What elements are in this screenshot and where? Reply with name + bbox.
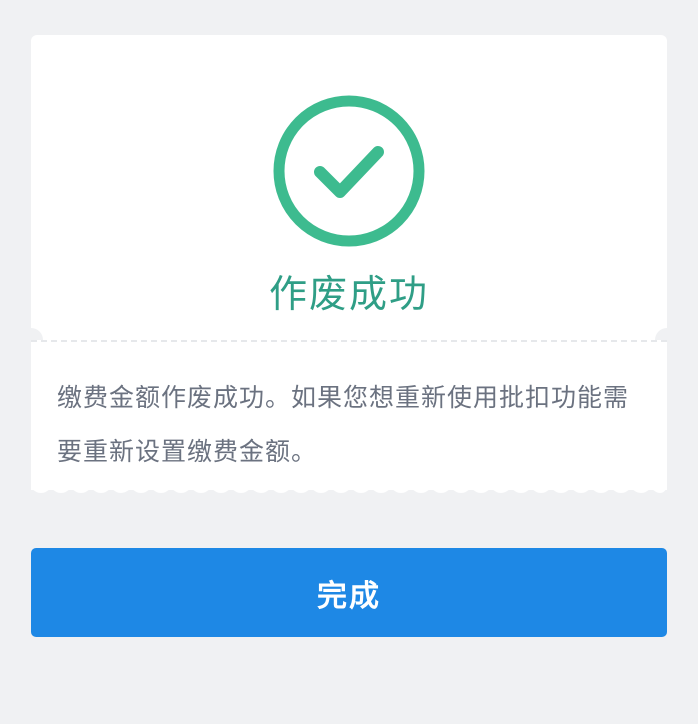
result-title: 作废成功 — [268, 272, 429, 316]
check-circle-icon — [273, 95, 425, 247]
done-button[interactable]: 完成 — [31, 548, 667, 637]
result-message: 缴费金额作废成功。如果您想重新使用批扣功能需要重新设置缴费金额。 — [57, 383, 630, 466]
result-card: 作废成功 缴费金额作废成功。如果您想重新使用批扣功能需要重新设置缴费金额。 — [19, 35, 679, 495]
result-card-header: 作废成功 — [31, 35, 667, 340]
ticket-wavy-edge — [31, 488, 667, 493]
